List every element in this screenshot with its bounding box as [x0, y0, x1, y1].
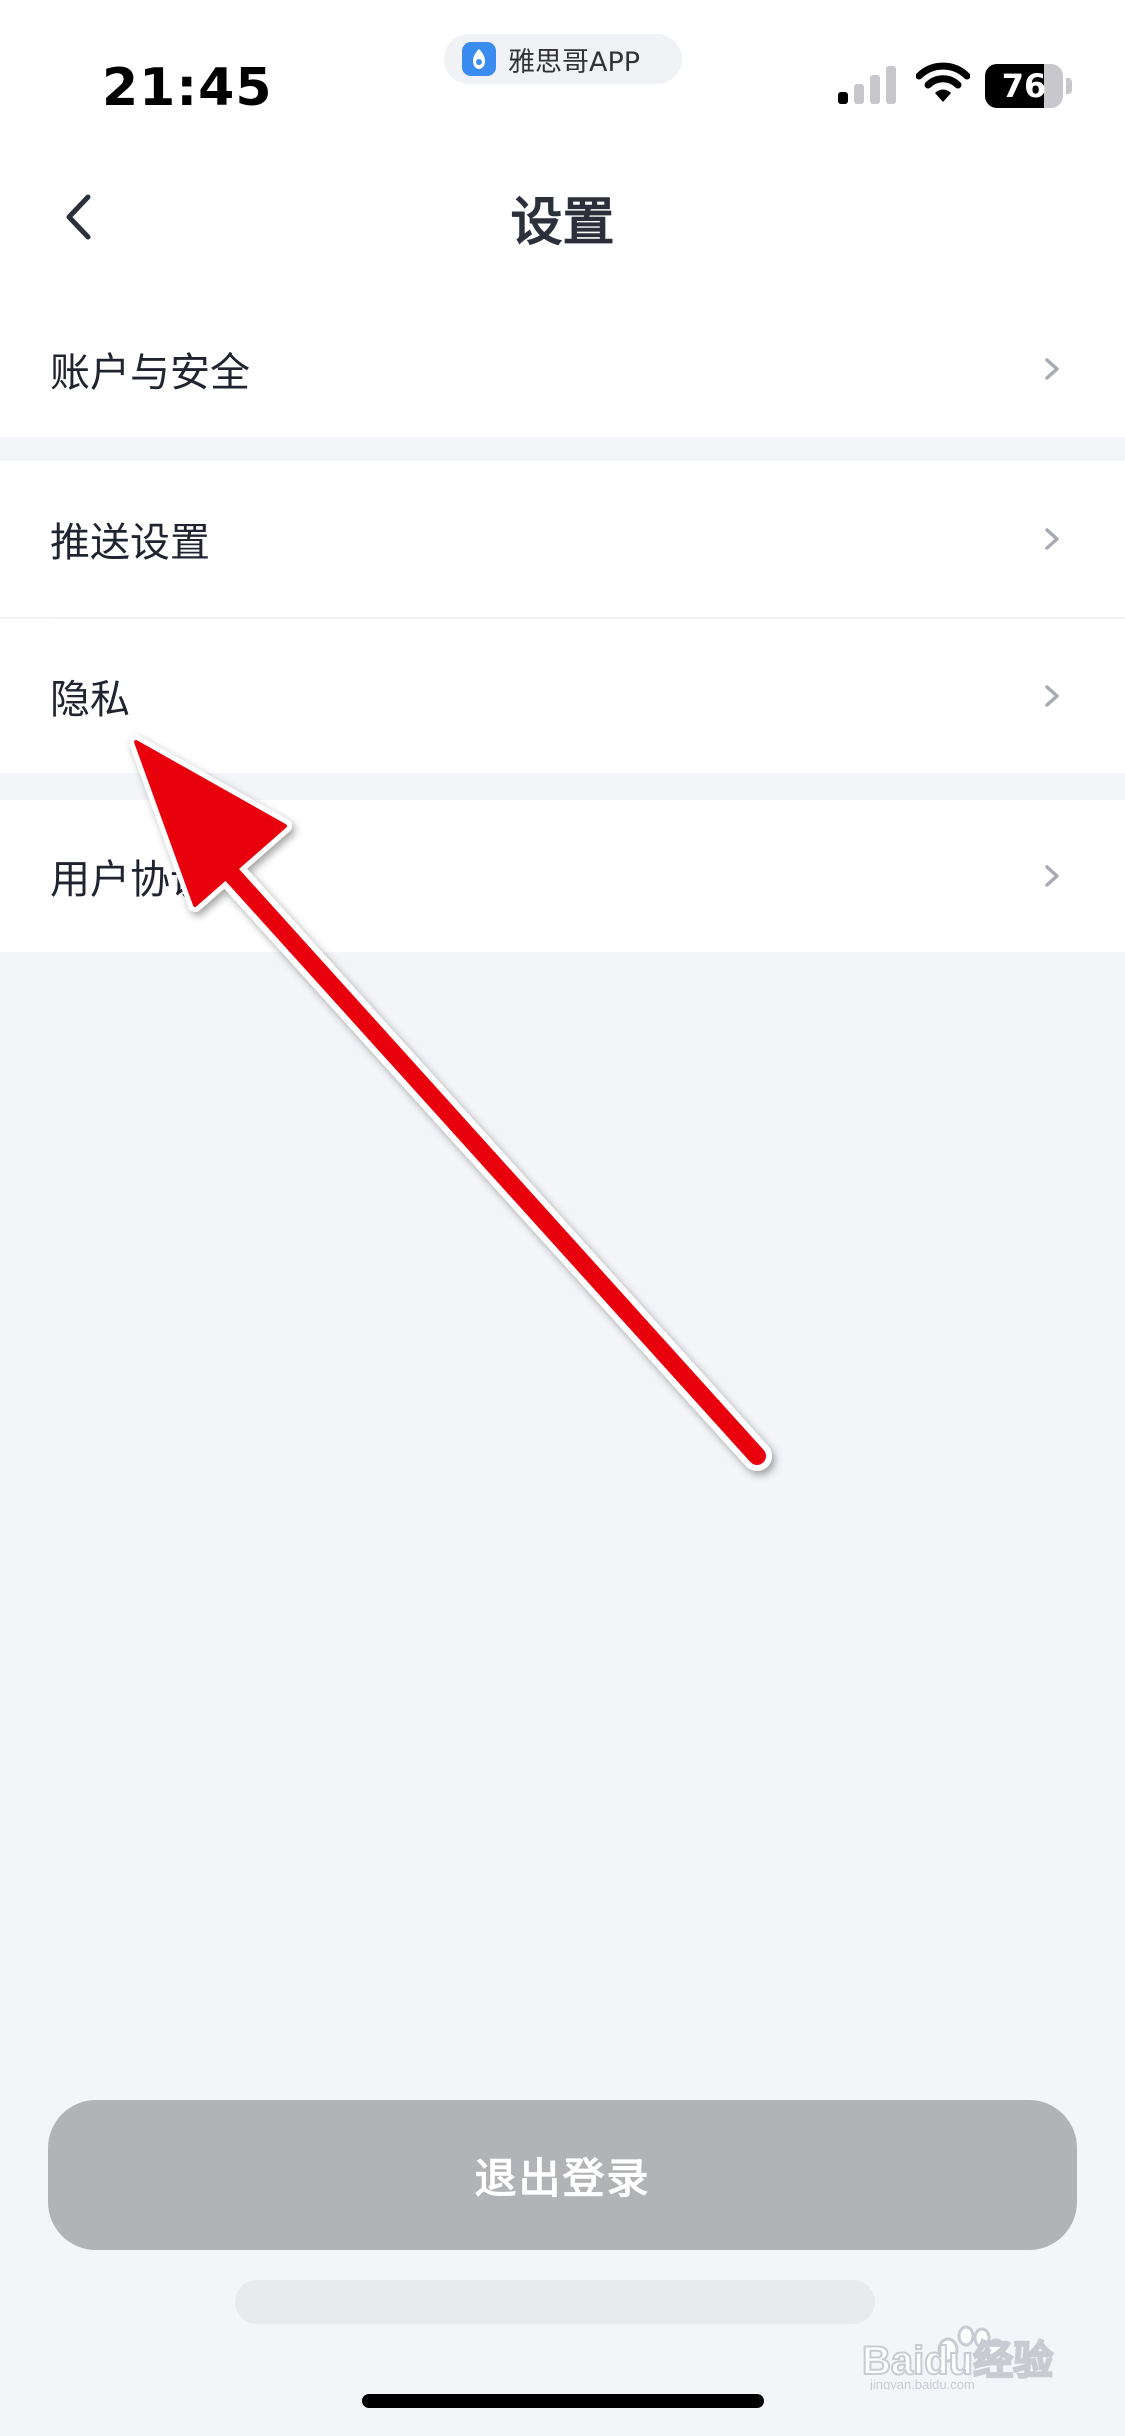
- home-indicator: [362, 2394, 764, 2408]
- top-area: 21:45 雅思哥APP 76 设置: [0, 0, 1125, 300]
- screen: 21:45 雅思哥APP 76 设置 账户与安全 推送设置 隐私 用户协议 退出…: [0, 0, 1125, 2436]
- watermark-subtext: jingyan.baidu.com: [869, 2377, 975, 2390]
- settings-item-push[interactable]: 推送设置: [0, 461, 1125, 617]
- chevron-right-icon: [1045, 685, 1059, 707]
- settings-item-account-security[interactable]: 账户与安全: [0, 300, 1125, 437]
- battery-indicator: 76: [985, 64, 1063, 108]
- status-time: 21:45: [102, 58, 273, 118]
- baidu-watermark: Baidu经验 jingyan.baidu.com: [861, 2316, 1072, 2394]
- logout-label: 退出登录: [474, 2154, 651, 2202]
- cellular-signal-icon: [838, 66, 898, 108]
- logout-button[interactable]: 退出登录: [48, 2100, 1077, 2250]
- settings-item-label: 推送设置: [50, 520, 210, 566]
- settings-item-label: 隐私: [50, 677, 130, 723]
- chevron-right-icon: [1045, 357, 1059, 380]
- chevron-right-icon: [1045, 528, 1059, 550]
- app-logo-icon: [462, 42, 496, 76]
- settings-item-label: 用户协议: [50, 857, 210, 903]
- wifi-icon: [915, 62, 971, 108]
- settings-item-label: 账户与安全: [50, 349, 250, 396]
- settings-item-user-agreement[interactable]: 用户协议: [0, 800, 1125, 952]
- settings-item-privacy[interactable]: 隐私: [0, 619, 1125, 773]
- battery-level: 76: [1001, 67, 1047, 105]
- blurred-footer-text: [235, 2280, 875, 2324]
- battery-cap: [1066, 78, 1072, 94]
- app-pill[interactable]: 雅思哥APP: [444, 34, 682, 84]
- chevron-right-icon: [1045, 865, 1059, 887]
- app-pill-label: 雅思哥APP: [508, 46, 641, 78]
- page-title: 设置: [510, 193, 615, 253]
